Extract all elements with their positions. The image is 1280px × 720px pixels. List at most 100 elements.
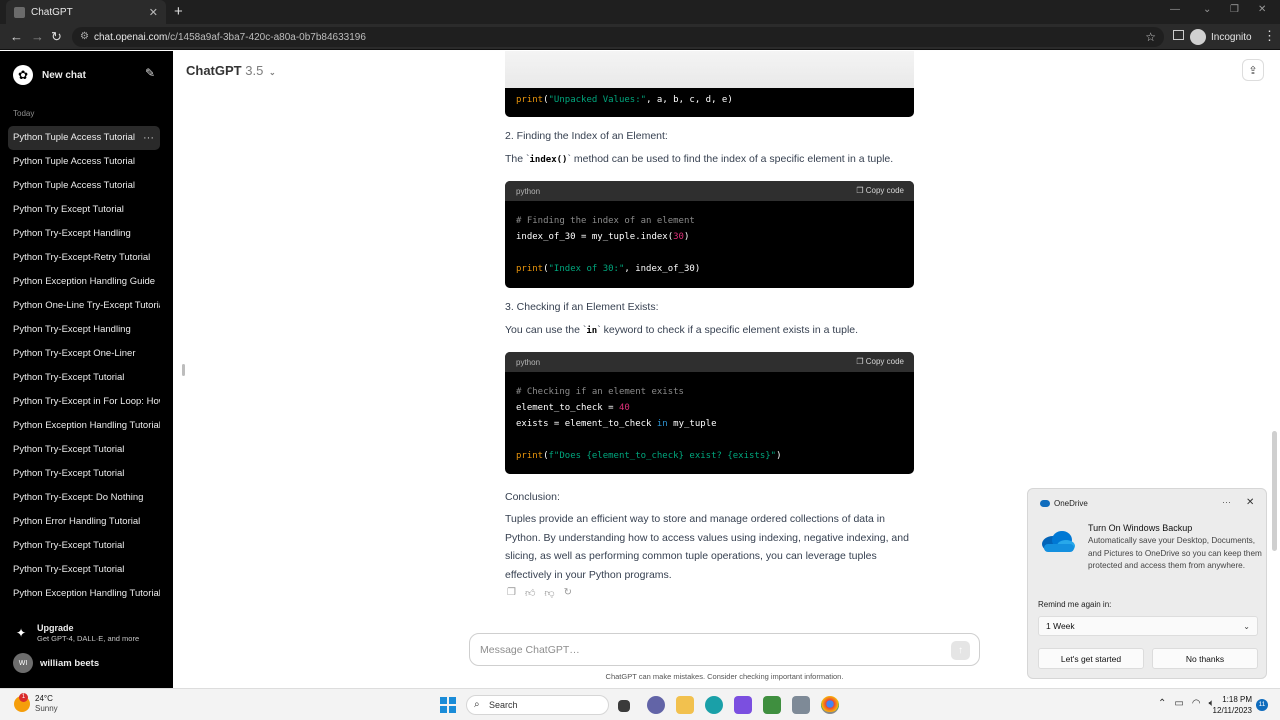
system-tray: ⌃ ▭ ◠ 🔈︎ bbox=[1158, 698, 1215, 709]
code-token: exists = element_to_check bbox=[516, 419, 657, 429]
weather-widget[interactable]: 1 24°C Sunny bbox=[14, 693, 58, 714]
edge-icon[interactable] bbox=[705, 696, 723, 714]
chevron-down-icon[interactable]: ⌄ bbox=[1203, 4, 1211, 15]
regenerate-icon[interactable]: ↻ bbox=[564, 587, 572, 599]
conversation-title: Python Try-Except Tutorial bbox=[13, 444, 125, 455]
paragraph: You can use the `in` keyword to check if… bbox=[505, 324, 858, 336]
thumbs-up-icon[interactable]: 👍︎ bbox=[525, 587, 535, 599]
restore-icon[interactable]: ❐ bbox=[1230, 4, 1239, 15]
conversation-item[interactable]: Python Exception Handling Tutorial bbox=[8, 414, 160, 438]
code-token: index_of_30 = my_tuple.index( bbox=[516, 232, 674, 242]
conversation-item[interactable]: Python Tuple Access Tutorial bbox=[8, 150, 160, 174]
reload-icon[interactable]: ↻ bbox=[51, 29, 62, 45]
browser-menu-icon[interactable]: ⋮ bbox=[1263, 28, 1276, 44]
windows-taskbar: 1 24°C Sunny ⌕ Search ⌃ ▭ ◠ 🔈︎ 1:18 PM 1… bbox=[0, 688, 1280, 720]
avatar: WI bbox=[13, 653, 33, 673]
code-number: 40 bbox=[618, 403, 630, 413]
conversation-item[interactable]: Python Try-Except: Do Nothing bbox=[8, 486, 160, 510]
conversation-item[interactable]: Python Error Handling Tutorial bbox=[8, 510, 160, 534]
wifi-icon[interactable]: ◠ bbox=[1192, 698, 1201, 709]
conversation-title: Python Try-Except Tutorial bbox=[13, 372, 125, 383]
conversation-title: Python Try Except Tutorial bbox=[13, 204, 124, 215]
new-chat-button[interactable]: ✿ New chat ✎ bbox=[8, 61, 163, 89]
conversation-item[interactable]: Python One-Line Try-Except Tutorial bbox=[8, 294, 160, 318]
conversation-item[interactable]: Python Try-Except Tutorial bbox=[8, 558, 160, 582]
site-info-icon[interactable]: ⚙ bbox=[80, 31, 89, 42]
send-button[interactable]: ↑ bbox=[951, 641, 970, 660]
address-bar[interactable]: ⚙ chat.openai.com/c/1458a9af-3ba7-420c-a… bbox=[72, 27, 1164, 47]
conversation-title: Python Try-Except Tutorial bbox=[13, 468, 125, 479]
minimize-icon[interactable]: — bbox=[1170, 4, 1180, 15]
bookmark-star-icon[interactable]: ☆ bbox=[1145, 30, 1156, 44]
conversation-item[interactable]: Python Try-Except Tutorial bbox=[8, 462, 160, 486]
vpn-app-icon[interactable] bbox=[734, 696, 752, 714]
section-label-today: Today bbox=[13, 109, 35, 118]
conversation-item[interactable]: Python Tuple Access Tutorial bbox=[8, 174, 160, 198]
model-selector[interactable]: ChatGPT 3.5 ⌄ bbox=[186, 63, 276, 78]
conversation-item[interactable]: Python Try Except Tutorial bbox=[8, 198, 160, 222]
no-thanks-button[interactable]: No thanks bbox=[1152, 648, 1258, 669]
remind-value: 1 Week bbox=[1046, 621, 1075, 631]
message-input[interactable]: Message ChatGPT… ↑ bbox=[469, 633, 980, 666]
side-panel-icon[interactable] bbox=[1173, 30, 1184, 40]
notification-badge[interactable]: 11 bbox=[1256, 699, 1268, 711]
new-tab-icon[interactable]: + bbox=[174, 3, 183, 20]
more-options-icon[interactable]: ··· bbox=[1222, 497, 1231, 507]
conversation-item[interactable]: Python Exception Handling Tutorial bbox=[8, 582, 160, 606]
lets-get-started-button[interactable]: Let's get started bbox=[1038, 648, 1144, 669]
conclusion-paragraph: Tuples provide an efficient way to store… bbox=[505, 513, 909, 581]
date: 12/11/2023 bbox=[1212, 706, 1252, 715]
close-window-icon[interactable]: ✕ bbox=[1258, 4, 1266, 15]
close-icon[interactable]: ✕ bbox=[1246, 497, 1254, 508]
task-view-icon[interactable] bbox=[618, 700, 630, 712]
back-icon[interactable]: ← bbox=[10, 29, 23, 44]
copy-icon[interactable]: ❐ bbox=[507, 587, 516, 599]
share-button[interactable]: ⇪ bbox=[1242, 59, 1264, 81]
conversation-item[interactable]: Python Try-Except-Retry Tutorial bbox=[8, 246, 160, 270]
clipboard-icon: ❐ bbox=[856, 357, 864, 366]
scrollbar[interactable] bbox=[1272, 431, 1277, 551]
thumbs-down-icon[interactable]: 👎︎ bbox=[544, 587, 554, 599]
chrome-icon[interactable] bbox=[821, 696, 839, 714]
chevron-up-icon[interactable]: ⌃ bbox=[1158, 698, 1166, 709]
conversation-title: Python Error Handling Tutorial bbox=[13, 516, 141, 527]
user-menu[interactable]: WI william beets bbox=[13, 653, 99, 673]
conversation-title: Python Try-Except One-Liner bbox=[13, 348, 136, 359]
conversation-title: Python Try-Except Tutorial bbox=[13, 540, 125, 551]
toast-title: Turn On Windows Backup bbox=[1088, 523, 1193, 533]
snipping-tool-icon[interactable] bbox=[792, 696, 810, 714]
taskbar-search[interactable]: ⌕ Search bbox=[466, 695, 609, 715]
copy-code-button[interactable]: ❐ Copy code bbox=[856, 357, 904, 366]
edit-icon[interactable]: ✎ bbox=[145, 66, 155, 80]
file-explorer-icon[interactable] bbox=[676, 696, 694, 714]
conversation-item[interactable]: Python Try-Except in For Loop: How bbox=[8, 390, 160, 414]
conversation-item[interactable]: Python Try-Except One-Liner bbox=[8, 342, 160, 366]
conversation-item[interactable]: Python Try-Except Handling bbox=[8, 318, 160, 342]
copy-code-button[interactable]: ❐ Copy code bbox=[856, 186, 904, 195]
conversation-item[interactable]: Python Exception Handling Guide bbox=[8, 270, 160, 294]
conversation-item[interactable]: Python Try-Except Tutorial bbox=[8, 438, 160, 462]
clock[interactable]: 1:18 PM 12/11/2023 bbox=[1212, 694, 1252, 716]
close-tab-icon[interactable]: ✕ bbox=[149, 6, 158, 19]
conversation-title: Python One-Line Try-Except Tutorial bbox=[13, 300, 160, 311]
more-options-icon[interactable]: ··· bbox=[143, 126, 154, 150]
sheets-app-icon[interactable] bbox=[763, 696, 781, 714]
code-block: python ❐ Copy code # Checking if an elem… bbox=[505, 352, 914, 474]
conversation-item[interactable]: Python Try-Except Handling bbox=[8, 222, 160, 246]
remind-select[interactable]: 1 Week ⌄ bbox=[1038, 616, 1258, 636]
code-token: ) bbox=[683, 232, 690, 242]
conversation-item-active[interactable]: Python Tuple Access Tutorial ··· bbox=[8, 126, 160, 150]
chat-app-icon[interactable] bbox=[647, 696, 665, 714]
start-button[interactable] bbox=[440, 697, 456, 713]
browser-tab[interactable]: ChatGPT ✕ bbox=[6, 0, 166, 24]
conversation-title: Python Try-Except Handling bbox=[13, 228, 131, 239]
sidebar-collapse-handle[interactable] bbox=[182, 364, 185, 376]
conversation-title: Python Tuple Access Tutorial bbox=[13, 156, 135, 167]
conversation-item[interactable]: Python Try-Except Tutorial bbox=[8, 534, 160, 558]
incognito-indicator[interactable]: Incognito bbox=[1190, 27, 1252, 47]
upgrade-button[interactable]: ✦ Upgrade Get GPT-4, DALL·E, and more bbox=[14, 623, 164, 647]
forward-icon[interactable]: → bbox=[31, 29, 44, 44]
conversation-item[interactable]: Python Try-Except Tutorial bbox=[8, 366, 160, 390]
share-icon: ⇪ bbox=[1248, 64, 1258, 77]
network-icon[interactable]: ▭ bbox=[1174, 698, 1183, 709]
